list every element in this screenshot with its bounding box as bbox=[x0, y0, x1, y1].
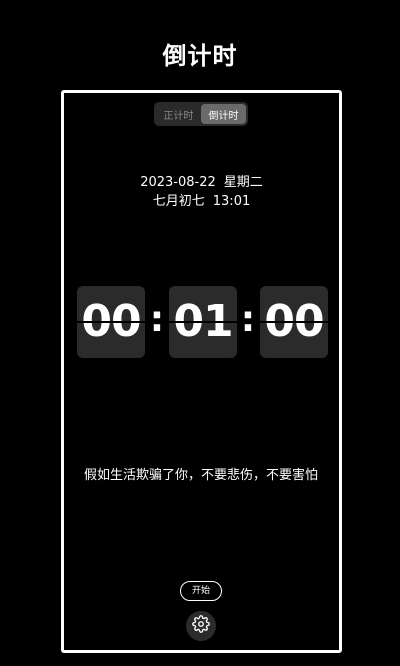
seconds-card: 00 bbox=[260, 286, 328, 358]
card-divider bbox=[77, 321, 145, 323]
page-title: 倒计时 bbox=[162, 42, 238, 70]
tab-countdown[interactable]: 倒计时 bbox=[201, 104, 246, 124]
mode-toggle: 正计时 倒计时 bbox=[154, 102, 248, 126]
date-text: 2023-08-22 bbox=[140, 175, 216, 190]
card-divider bbox=[260, 321, 328, 323]
gear-icon bbox=[192, 615, 210, 637]
start-button[interactable]: 开始 bbox=[180, 581, 222, 601]
colon-separator: : bbox=[240, 299, 256, 340]
tab-count-up[interactable]: 正计时 bbox=[156, 104, 201, 124]
current-time-text: 13:01 bbox=[212, 194, 251, 209]
date-line: 2023-08-22 星期二 bbox=[64, 173, 339, 192]
date-display: 2023-08-22 星期二 七月初七 13:01 bbox=[64, 173, 339, 211]
lunar-time-line: 七月初七 13:01 bbox=[64, 192, 339, 211]
motto-text: 假如生活欺骗了你，不要悲伤，不要害怕 bbox=[84, 468, 319, 483]
minutes-card: 01 bbox=[169, 286, 237, 358]
card-divider bbox=[169, 321, 237, 323]
settings-button[interactable] bbox=[186, 611, 216, 641]
phone-preview-frame: 正计时 倒计时 2023-08-22 星期二 七月初七 13:01 00 : 01 … bbox=[61, 90, 342, 653]
countdown-clock: 00 : 01 : 00 bbox=[77, 286, 329, 358]
weekday-text: 星期二 bbox=[223, 175, 263, 190]
lunar-date-text: 七月初七 bbox=[152, 194, 205, 209]
hours-card: 00 bbox=[77, 286, 145, 358]
colon-separator: : bbox=[149, 299, 165, 340]
